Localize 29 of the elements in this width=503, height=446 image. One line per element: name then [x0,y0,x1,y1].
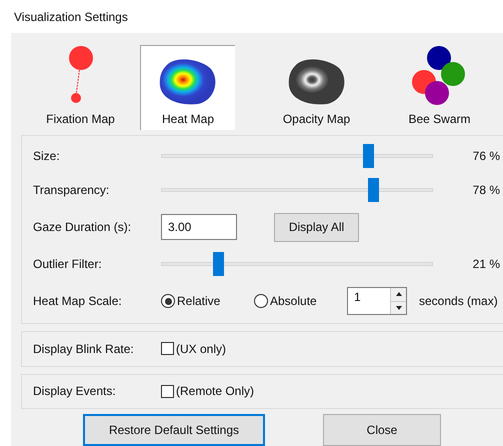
slider-thumb[interactable] [368,178,380,202]
option-checkbox[interactable]: (Remote Only) [161,382,254,400]
setting-label: Transparency: [33,182,110,199]
dialog-button[interactable]: Restore Default Settings [83,414,265,446]
window-title: Visualization Settings [14,8,128,26]
fixation-icon [68,46,94,106]
slider-thumb[interactable] [213,252,224,276]
radio-option[interactable]: Relative [161,292,220,310]
slider-thumb[interactable] [362,144,374,168]
percent-reading: 78 % [472,182,500,199]
option-label: Display Events: [33,383,117,400]
setting-label: Gaze Duration (s): [33,219,132,236]
option-checkbox[interactable]: (UX only) [161,340,226,358]
visualization-mode[interactable]: Opacity Map [269,45,364,130]
visualization-mode[interactable]: Heat Map [140,45,235,130]
option-label: Display Blink Rate: [33,340,135,358]
visualization-mode[interactable]: Fixation Map [33,45,128,130]
radio-option[interactable]: Absolute [254,292,317,310]
setting-label: Heat Map Scale: [33,293,123,310]
display-all-button[interactable]: Display All [274,212,359,242]
visualization-mode[interactable]: Bee Swarm [392,45,487,130]
spin-field[interactable]: 1 [347,287,407,315]
setting-label: Outlier Filter: [33,256,103,273]
duration-field[interactable]: 3.00 [161,214,237,240]
percent-reading: 76 % [472,148,500,165]
setting-label: Size: [33,148,61,165]
dialog-button[interactable]: Close [323,414,441,446]
percent-reading: 21 % [472,256,500,273]
unit-label: seconds (max) [419,293,498,310]
